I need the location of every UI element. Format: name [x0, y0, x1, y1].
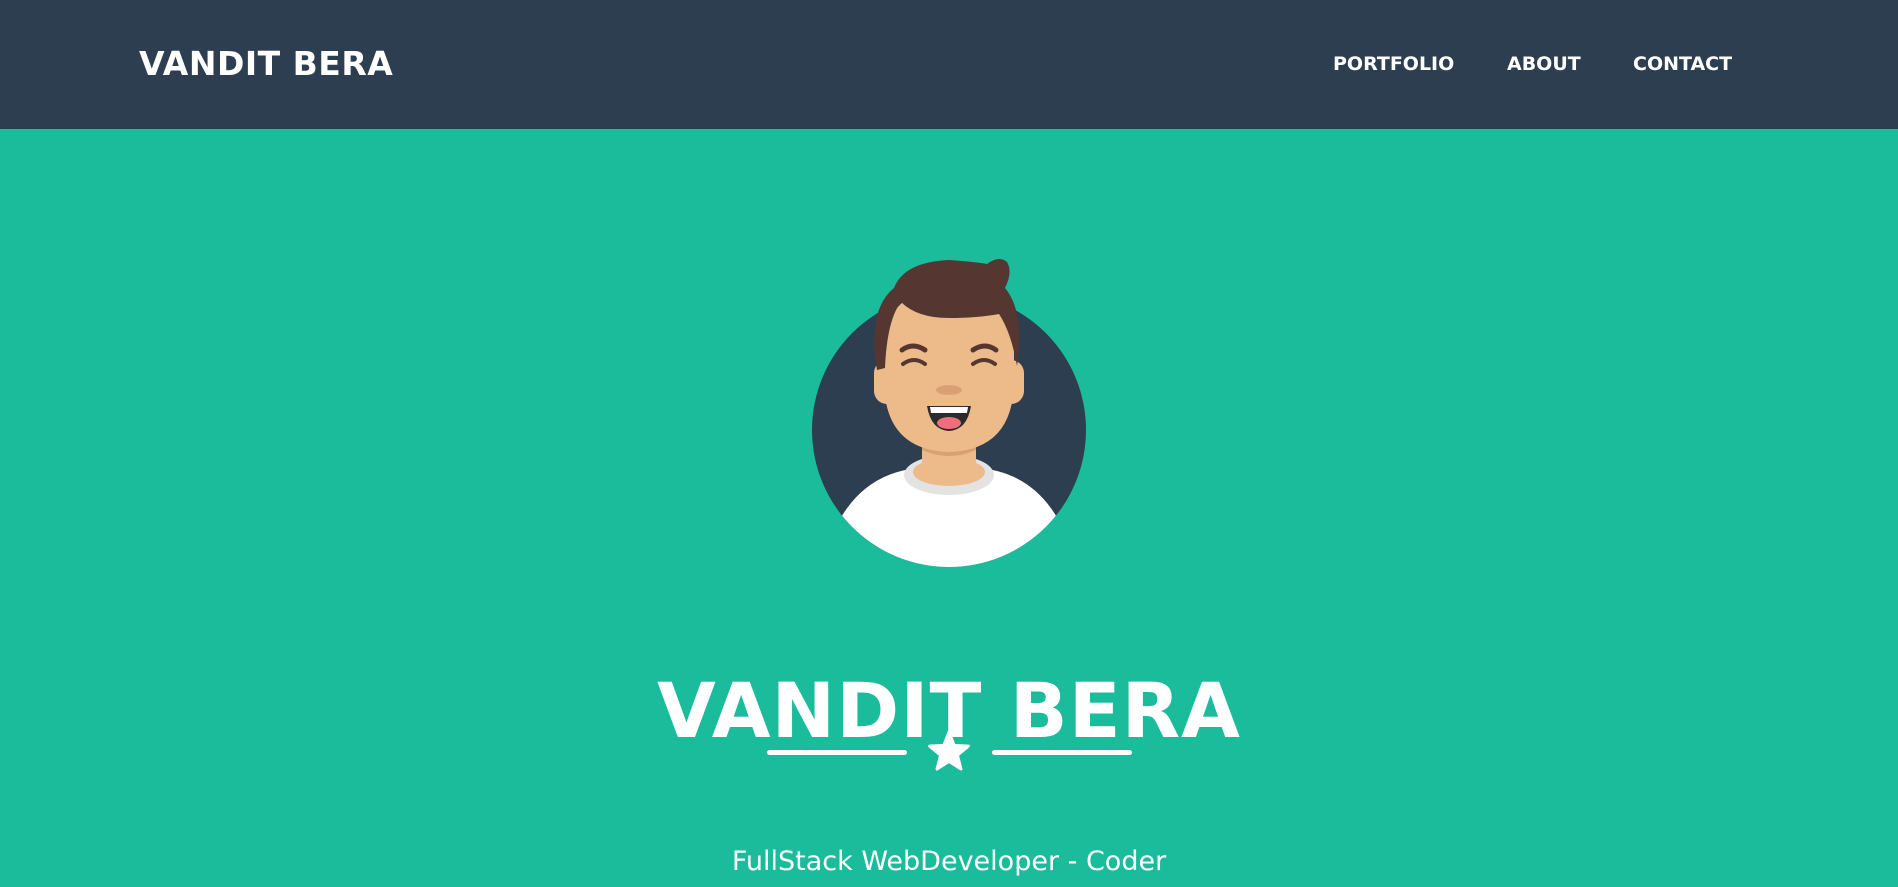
nav-link-about[interactable]: ABOUT: [1507, 48, 1581, 80]
divider-line-left: [767, 750, 907, 755]
nav-link-portfolio[interactable]: PORTFOLIO: [1333, 48, 1454, 80]
hero-subheading: FullStack WebDeveloper - Coder: [731, 846, 1167, 877]
divider-line-right: [992, 750, 1132, 755]
nav-link-contact[interactable]: CONTACT: [1633, 48, 1732, 80]
brand-link[interactable]: VANDIT BERA: [139, 40, 393, 88]
avatar-icon: [812, 258, 1086, 567]
navbar: VANDIT BERA PORTFOLIO ABOUT CONTACT: [0, 0, 1898, 129]
star-icon: [928, 730, 970, 771]
